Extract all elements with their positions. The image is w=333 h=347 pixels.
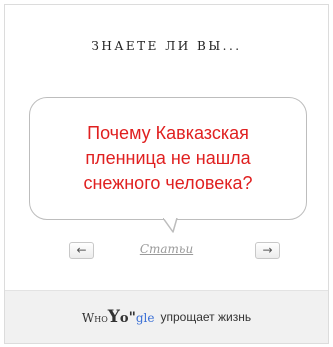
question-text[interactable]: Почему Кавказская пленница не нашла снеж… (48, 121, 288, 196)
logo-o: o (119, 311, 129, 326)
speech-bubble-tail (163, 218, 178, 233)
logo-who: Who (81, 311, 108, 325)
whoyougle-logo: Who Y o " gle (82, 307, 155, 327)
speech-bubble: Почему Кавказская пленница не нашла снеж… (29, 97, 307, 220)
widget-heading: ЗНАЕТЕ ЛИ ВЫ... (91, 39, 242, 53)
footer-slogan: упрощает жизнь (160, 310, 252, 324)
footer-brand[interactable]: Who Y o " gle упрощает жизнь (82, 307, 251, 327)
next-button[interactable]: → (255, 242, 280, 259)
arrow-right-icon: → (262, 243, 273, 257)
footer: Who Y o " gle упрощает жизнь (5, 290, 328, 343)
did-you-know-widget: ЗНАЕТЕ ЛИ ВЫ... Почему Кавказская пленни… (4, 4, 329, 344)
logo-gle: gle (135, 311, 155, 325)
logo-quote: " (128, 310, 136, 326)
logo-y: Y (107, 307, 120, 327)
